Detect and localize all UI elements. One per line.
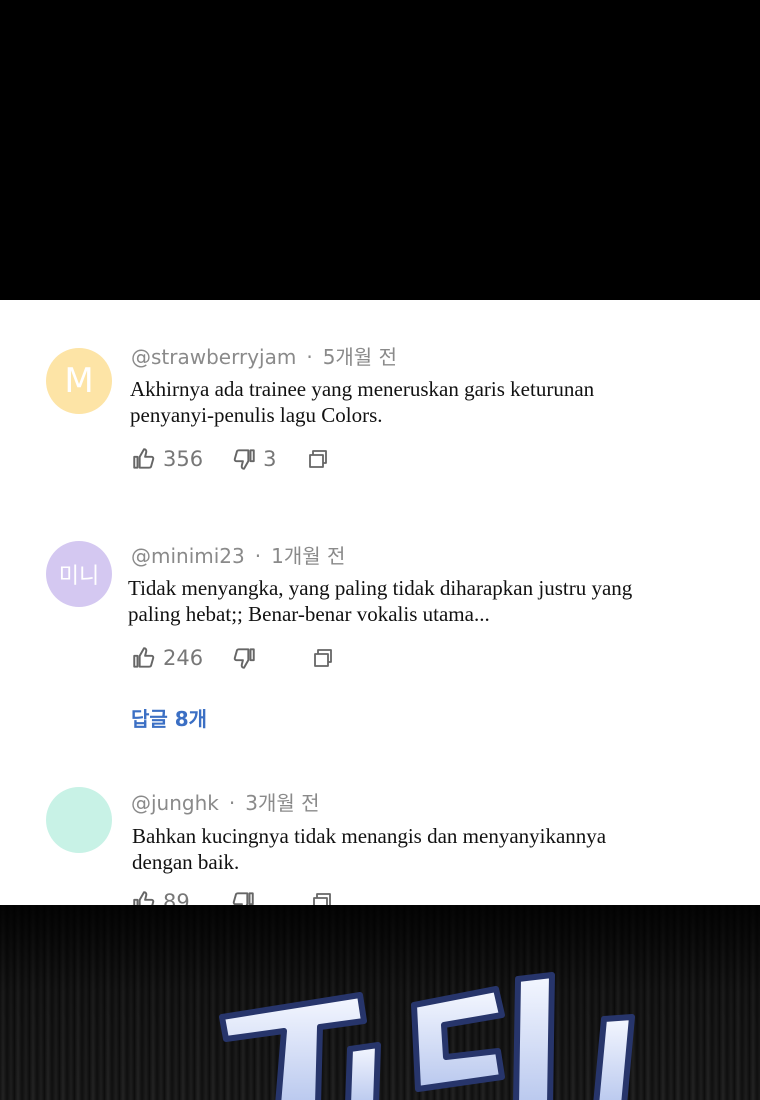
comment-text-line: dengan baik. <box>132 850 240 874</box>
thumbs-down-icon <box>232 892 254 905</box>
comment-handle[interactable]: @minimi23 <box>131 544 245 568</box>
comment-time[interactable]: 3개월 전 <box>245 791 319 815</box>
comment-handle[interactable]: @junghk <box>131 791 219 815</box>
view-replies-button[interactable]: 답글 8개 <box>131 703 207 732</box>
comment-panel: M @strawberryjam · 5개월 전 Akhirnya ada trai… <box>0 300 760 905</box>
comment-text-line: penyanyi-penulis lagu Colors. <box>130 403 383 427</box>
avatar-letter: 미니 <box>58 564 100 589</box>
reply-icon <box>314 649 332 667</box>
comment-actions: 246 <box>131 643 335 673</box>
comment-actions: 89 <box>131 887 334 905</box>
reply-button[interactable] <box>310 890 334 905</box>
comment-text: Bahkan kucingnya tidak menangis dan meny… <box>132 823 732 875</box>
comic-panel-art <box>0 905 760 1100</box>
meta-separator: · <box>254 544 262 568</box>
thumbs-up-icon <box>133 647 155 668</box>
like-button[interactable]: 89 <box>131 889 190 905</box>
reply-icon <box>312 893 331 905</box>
dislike-count: 3 <box>263 447 277 471</box>
sound-effect-lettering <box>219 972 635 1100</box>
like-button[interactable]: 356 <box>131 446 203 472</box>
dislike-button[interactable] <box>231 645 257 671</box>
comment-meta: @strawberryjam · 5개월 전 <box>131 341 397 370</box>
top-black-panel <box>0 0 760 300</box>
like-count: 246 <box>163 646 204 670</box>
comment-text-line: Akhirnya ada trainee yang meneruskan gar… <box>130 377 595 401</box>
comment-text-line: Bahkan kucingnya tidak menangis dan meny… <box>132 824 607 848</box>
like-count: 356 <box>163 447 204 471</box>
thumbs-up-icon <box>133 448 155 469</box>
like-count: 89 <box>163 890 190 905</box>
comment-meta: @minimi23 · 1개월 전 <box>131 540 345 569</box>
comment-time[interactable]: 1개월 전 <box>271 544 345 568</box>
meta-separator: · <box>228 791 236 815</box>
comment-meta: @junghk · 3개월 전 <box>131 787 320 816</box>
comment-text-line: Tidak menyangka, yang paling tidak dihar… <box>128 576 633 600</box>
thumbs-up-icon <box>133 891 155 905</box>
meta-separator: · <box>306 345 313 369</box>
dislike-button[interactable] <box>230 889 256 905</box>
thumbs-down-icon <box>233 648 255 669</box>
dislike-button[interactable]: 3 <box>231 446 276 472</box>
avatar-letter: M <box>64 361 94 401</box>
comment-actions: 356 3 <box>131 444 330 474</box>
reply-button[interactable] <box>311 646 335 670</box>
avatar[interactable]: 미니 <box>46 541 112 607</box>
comment-handle[interactable]: @strawberryjam <box>131 345 296 369</box>
thumbs-down-icon <box>233 449 255 470</box>
reply-icon <box>309 450 328 468</box>
comment-time[interactable]: 5개월 전 <box>323 345 397 369</box>
comment-text-line: paling hebat;; Benar-benar vokalis utama… <box>128 602 490 626</box>
reply-button[interactable] <box>306 447 330 471</box>
avatar[interactable]: M <box>46 348 112 414</box>
comment-text: Tidak menyangka, yang paling tidak dihar… <box>128 575 728 627</box>
avatar[interactable] <box>46 787 112 853</box>
comment-text: Akhirnya ada trainee yang meneruskan gar… <box>130 376 730 428</box>
like-button[interactable]: 246 <box>131 645 203 671</box>
